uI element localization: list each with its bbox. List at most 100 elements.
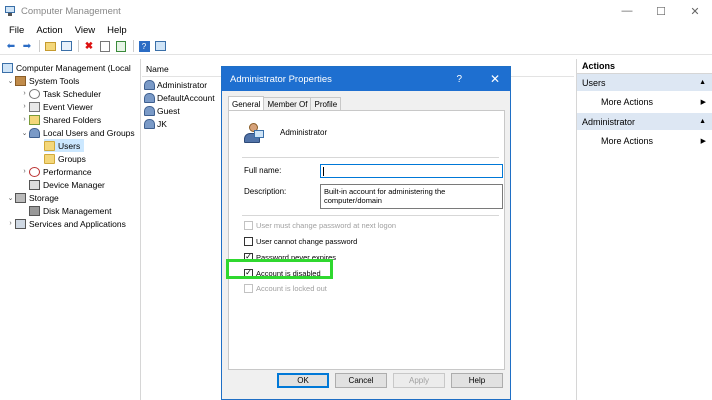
clock-icon bbox=[29, 88, 40, 99]
list-item-label: JK bbox=[157, 118, 167, 129]
user-account-icon bbox=[242, 123, 264, 145]
menu-help[interactable]: Help bbox=[101, 25, 133, 36]
toggle-pane-icon[interactable] bbox=[153, 40, 167, 53]
tree-item-disk-management[interactable]: Disk Management bbox=[29, 204, 112, 217]
export-icon[interactable] bbox=[114, 40, 128, 53]
console-tree: Computer Management (Local ⌄ System Tool… bbox=[0, 59, 141, 400]
general-tab-panel: Administrator Full name: Description: Bu… bbox=[228, 110, 505, 370]
services-icon bbox=[15, 218, 26, 229]
tab-profile[interactable]: Profile bbox=[310, 97, 342, 111]
back-arrow-icon[interactable]: ⬅ bbox=[4, 40, 18, 53]
disk-icon bbox=[29, 205, 40, 216]
tree-item-users[interactable]: Users bbox=[44, 139, 85, 152]
tree-item-event-viewer[interactable]: › Event Viewer bbox=[20, 100, 93, 113]
more-actions-administrator[interactable]: More Actions ▶ bbox=[577, 130, 712, 152]
list-item[interactable]: DefaultAccount bbox=[144, 91, 215, 104]
menu-file[interactable]: File bbox=[3, 25, 30, 36]
actions-header: Actions bbox=[577, 59, 712, 74]
user-name-label: Administrator bbox=[280, 128, 328, 137]
chevron-right-icon[interactable]: › bbox=[20, 103, 29, 110]
menu-view[interactable]: View bbox=[69, 25, 101, 36]
tree-item-local-users-groups[interactable]: ⌄ Local Users and Groups bbox=[20, 126, 135, 139]
column-header-name[interactable]: Name bbox=[142, 64, 169, 74]
account-locked-out-checkbox: Account is locked out bbox=[244, 282, 327, 294]
storage-icon bbox=[15, 192, 26, 203]
checkbox-box[interactable] bbox=[244, 236, 253, 246]
apply-button: Apply bbox=[393, 373, 445, 388]
list-item-label: Guest bbox=[157, 105, 180, 116]
full-name-label: Full name: bbox=[244, 166, 282, 175]
tree-item-label: Users bbox=[58, 140, 81, 151]
ok-button[interactable]: OK bbox=[277, 373, 329, 388]
chevron-right-icon[interactable]: › bbox=[6, 220, 15, 227]
tree-item-label: Disk Management bbox=[43, 205, 112, 216]
more-actions-users[interactable]: More Actions ▶ bbox=[577, 91, 712, 113]
full-name-field[interactable] bbox=[320, 164, 503, 178]
user-icon bbox=[144, 118, 155, 129]
chevron-down-icon[interactable]: ⌄ bbox=[6, 194, 15, 202]
submenu-arrow-icon: ▶ bbox=[700, 138, 706, 145]
menubar: File Action View Help bbox=[0, 22, 712, 38]
checkbox-box bbox=[244, 283, 253, 293]
actions-section-administrator[interactable]: Administrator ▲ bbox=[577, 113, 712, 130]
close-icon[interactable]: ✕ bbox=[490, 67, 500, 91]
toolbar-separator bbox=[133, 40, 134, 52]
tree-item-shared-folders[interactable]: › Shared Folders bbox=[20, 113, 101, 126]
toolbar: ⬅ ➡ ✖ ? bbox=[0, 38, 712, 55]
tree-item-system-tools[interactable]: ⌄ System Tools bbox=[6, 74, 79, 87]
divider bbox=[242, 157, 499, 158]
chevron-down-icon[interactable]: ⌄ bbox=[6, 77, 15, 85]
list-item[interactable]: JK bbox=[144, 117, 167, 130]
actions-section-users[interactable]: Users ▲ bbox=[577, 74, 712, 91]
user-icon bbox=[144, 105, 155, 116]
cannot-change-password-checkbox[interactable]: User cannot change password bbox=[244, 235, 357, 247]
description-field[interactable]: Built-in account for administering the c… bbox=[320, 184, 503, 209]
tree-item-task-scheduler[interactable]: › Task Scheduler bbox=[20, 87, 101, 100]
properties-icon[interactable] bbox=[98, 40, 112, 53]
tab-general[interactable]: General bbox=[228, 96, 265, 111]
toolbar-separator bbox=[78, 40, 79, 52]
chevron-right-icon[interactable]: › bbox=[20, 116, 29, 123]
collapse-up-icon[interactable]: ▲ bbox=[699, 79, 706, 86]
help-icon[interactable]: ? bbox=[456, 67, 462, 91]
submenu-arrow-icon: ▶ bbox=[700, 99, 706, 106]
forward-arrow-icon[interactable]: ➡ bbox=[20, 40, 34, 53]
tree-item-label: Device Manager bbox=[43, 179, 105, 190]
up-folder-icon[interactable] bbox=[43, 40, 57, 53]
minimize-icon[interactable]: — bbox=[610, 0, 644, 22]
tree-item-device-manager[interactable]: Device Manager bbox=[29, 178, 105, 191]
user-icon bbox=[144, 92, 155, 103]
dialog-titlebar: Administrator Properties ? ✕ bbox=[222, 67, 510, 91]
chevron-right-icon[interactable]: › bbox=[20, 90, 29, 97]
user-icon bbox=[144, 79, 155, 90]
tree-item-services-apps[interactable]: › Services and Applications bbox=[6, 217, 126, 230]
collapse-up-icon[interactable]: ▲ bbox=[699, 118, 706, 125]
tree-item-storage[interactable]: ⌄ Storage bbox=[6, 191, 59, 204]
show-hide-tree-icon[interactable] bbox=[59, 40, 73, 53]
menu-action[interactable]: Action bbox=[30, 25, 68, 36]
dialog-tabs: General Member Of Profile bbox=[228, 96, 342, 111]
help-icon[interactable]: ? bbox=[137, 40, 151, 53]
tree-item-groups[interactable]: Groups bbox=[44, 152, 86, 165]
chevron-down-icon[interactable]: ⌄ bbox=[20, 129, 29, 137]
description-label: Description: bbox=[244, 187, 287, 196]
dialog-title: Administrator Properties bbox=[230, 73, 332, 85]
tree-item-label: Task Scheduler bbox=[43, 88, 102, 99]
tab-member-of[interactable]: Member Of bbox=[263, 97, 312, 111]
close-icon[interactable]: ✕ bbox=[678, 0, 712, 22]
cancel-button[interactable]: Cancel bbox=[335, 373, 387, 388]
help-button[interactable]: Help bbox=[451, 373, 503, 388]
divider bbox=[242, 215, 499, 216]
computer-icon bbox=[2, 62, 13, 73]
toolbar-separator bbox=[39, 40, 40, 52]
tree-item-root[interactable]: Computer Management (Local bbox=[2, 61, 131, 74]
tree-item-performance[interactable]: › Performance bbox=[20, 165, 92, 178]
window-title: Computer Management bbox=[21, 5, 121, 17]
maximize-icon[interactable]: ☐ bbox=[644, 0, 678, 22]
delete-icon[interactable]: ✖ bbox=[82, 40, 96, 53]
list-item[interactable]: Administrator bbox=[144, 78, 207, 91]
section-title: Users bbox=[582, 77, 606, 88]
list-item[interactable]: Guest bbox=[144, 104, 180, 117]
tree-item-label: Services and Applications bbox=[29, 218, 126, 229]
chevron-right-icon[interactable]: › bbox=[20, 168, 29, 175]
